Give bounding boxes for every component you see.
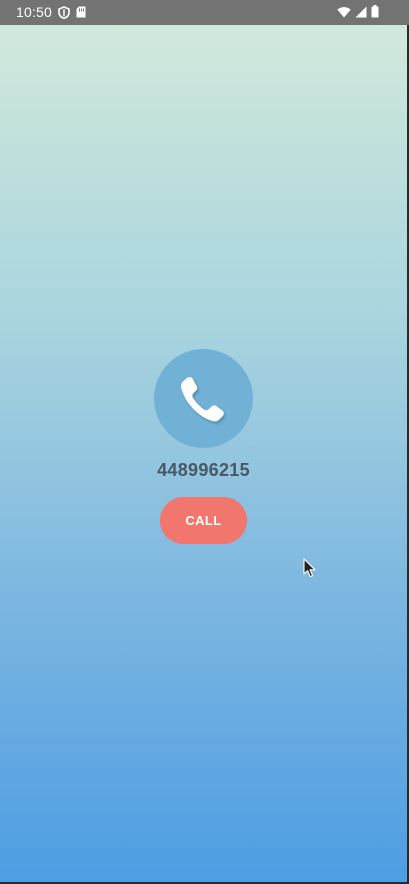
call-button[interactable]: CALL xyxy=(160,497,247,544)
status-time: 10:50 xyxy=(16,4,53,20)
signal-icon xyxy=(355,6,367,18)
phone-number: 448996215 xyxy=(157,460,250,480)
call-screen: 448996215 CALL xyxy=(0,25,409,882)
mouse-pointer-icon xyxy=(303,558,317,583)
shield-icon xyxy=(58,5,70,19)
phone-icon-circle xyxy=(154,349,253,448)
wifi-icon xyxy=(337,6,351,18)
status-bar: 10:50 xyxy=(0,0,409,25)
sim-card-icon xyxy=(76,6,86,18)
battery-icon xyxy=(371,5,379,18)
device-screen: 10:50 448996215 CALL xyxy=(0,0,409,884)
